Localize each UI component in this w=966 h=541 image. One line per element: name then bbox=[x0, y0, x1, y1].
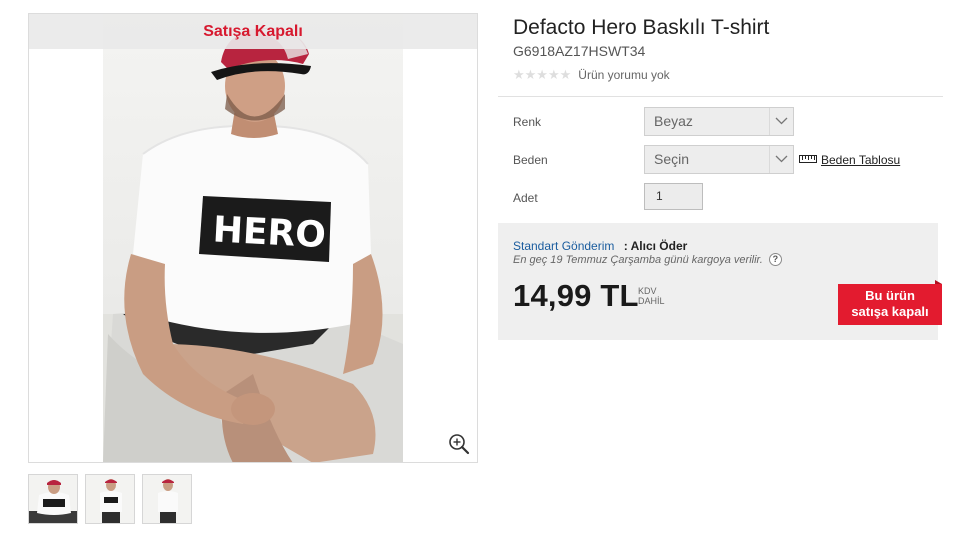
thumbnail-1[interactable] bbox=[28, 474, 78, 524]
chevron-down-icon bbox=[769, 146, 793, 173]
rating-stars-icon: ★★★★★ bbox=[513, 67, 572, 82]
shipping-payer: : Alıcı Öder bbox=[623, 239, 688, 253]
vat-line-1: KDV bbox=[638, 286, 657, 296]
size-chart-label: Beden Tablosu bbox=[821, 153, 901, 167]
shirt-print-text: HERO bbox=[212, 209, 327, 256]
product-main-image[interactable]: HERO Satışa Kapalı bbox=[28, 13, 478, 463]
product-photo: HERO bbox=[103, 14, 403, 462]
color-label: Renk bbox=[513, 115, 542, 129]
ruler-icon bbox=[799, 151, 817, 169]
size-chart-link[interactable]: Beden Tablosu bbox=[799, 151, 900, 169]
zoom-icon[interactable] bbox=[447, 432, 471, 456]
sold-out-button-line-1: Bu ürün bbox=[865, 288, 915, 303]
review-count-text[interactable]: Ürün yorumu yok bbox=[578, 68, 669, 82]
quantity-label: Adet bbox=[513, 191, 538, 205]
rating-row[interactable]: ★★★★★ Ürün yorumu yok bbox=[513, 67, 670, 83]
color-select-value: Beyaz bbox=[654, 113, 693, 129]
sold-out-banner: Satışa Kapalı bbox=[29, 14, 477, 49]
price-amount: 14,99 TL bbox=[513, 278, 639, 313]
thumbnail-3[interactable] bbox=[142, 474, 192, 524]
shipping-note: En geç 19 Temmuz Çarşamba günü kargoya v… bbox=[513, 253, 782, 266]
shipping-method[interactable]: Standart Gönderim bbox=[513, 239, 614, 253]
product-sku: G6918AZ17HSWT34 bbox=[513, 43, 646, 59]
sold-out-button-line-2: satışa kapalı bbox=[851, 304, 929, 319]
color-select[interactable]: Beyaz bbox=[644, 107, 794, 136]
size-label: Beden bbox=[513, 153, 548, 167]
shipping-note-text: En geç 19 Temmuz Çarşamba günü kargoya v… bbox=[513, 253, 763, 266]
size-select-value: Seçin bbox=[654, 151, 690, 167]
product-title: Defacto Hero Baskılı T-shirt bbox=[513, 16, 770, 39]
vat-line-2: DAHİL bbox=[638, 296, 665, 306]
help-icon[interactable]: ? bbox=[768, 253, 782, 266]
size-select[interactable]: Seçin bbox=[644, 145, 794, 174]
vat-note: KDV DAHİL bbox=[638, 286, 665, 306]
thumbnail-2[interactable] bbox=[85, 474, 135, 524]
thumbnail-strip bbox=[28, 474, 192, 524]
chevron-down-icon bbox=[769, 108, 793, 135]
divider bbox=[498, 96, 943, 97]
sold-out-button[interactable]: Bu ürün satışa kapalı bbox=[838, 284, 942, 325]
shipping-line: Standart Gönderim : Alıcı Öder bbox=[513, 239, 687, 253]
quantity-input[interactable]: 1 bbox=[644, 183, 703, 210]
